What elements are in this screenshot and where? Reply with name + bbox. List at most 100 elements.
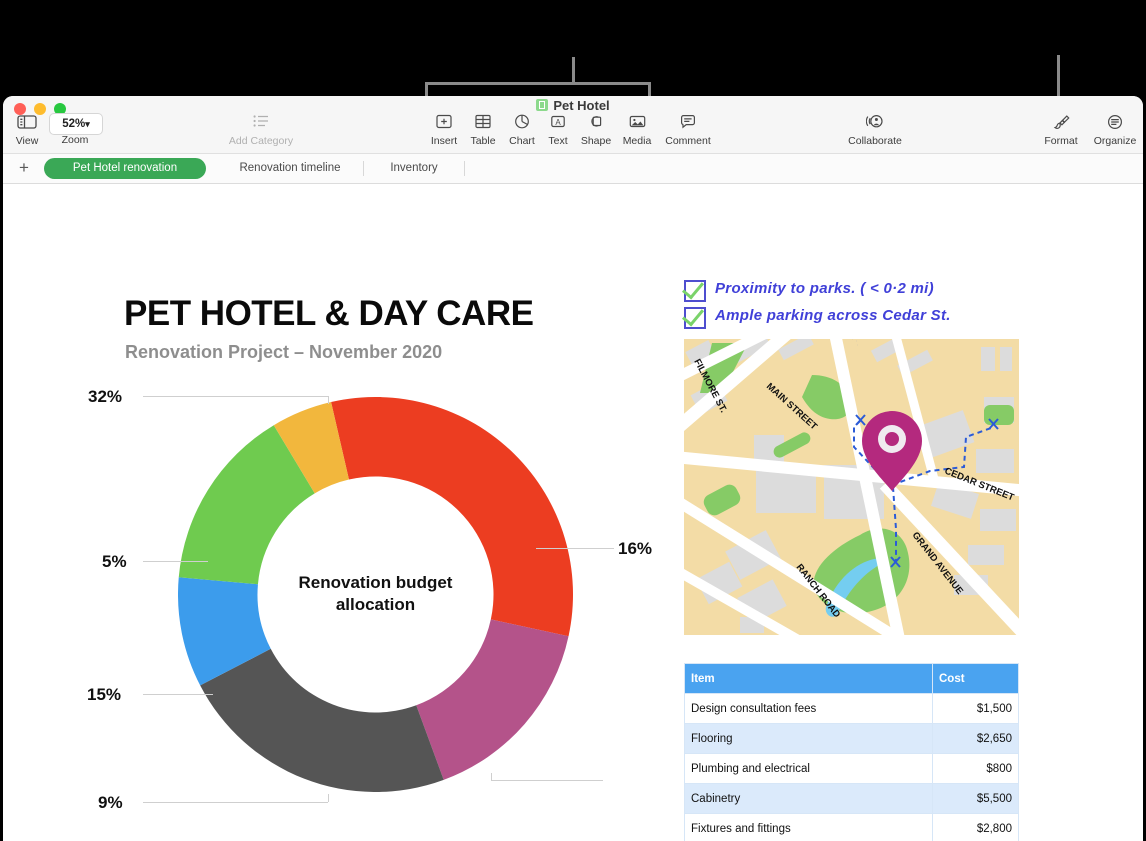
slice-label-cabinetry: 32% — [88, 387, 123, 406]
add-category-button[interactable]: Add Category — [215, 114, 307, 147]
document-title-text: Pet Hotel — [553, 98, 610, 113]
organize-label: Organize — [1093, 135, 1137, 147]
shape-button[interactable]: Shape — [575, 114, 617, 147]
comment-button[interactable]: Comment — [657, 114, 719, 147]
table-header-item[interactable]: Item — [684, 663, 933, 694]
collaborate-person-icon — [839, 114, 911, 134]
table-cell-cost[interactable]: $2,800 — [932, 813, 1019, 841]
sheet-tab-label: Inventory — [390, 162, 438, 174]
checklist-item: Proximity to parks. ( < 0·2 mi) — [684, 278, 1034, 302]
media-label: Media — [622, 135, 652, 147]
tab-separator — [464, 161, 465, 176]
sheet-canvas[interactable]: PET HOTEL & DAY CARE Renovation Project … — [3, 184, 1143, 841]
shape-icon — [575, 114, 617, 134]
sheet-tab-inventory[interactable]: Inventory — [369, 158, 459, 179]
leader-tick-cabinetry — [328, 396, 329, 404]
table-cell-cost[interactable]: $1,500 — [932, 693, 1019, 724]
insert-button[interactable]: Insert — [423, 114, 465, 147]
chart-button[interactable]: Chart — [502, 114, 542, 147]
donut-slice-fixtures-and-fittings[interactable] — [416, 619, 569, 780]
insert-label: Insert — [430, 135, 458, 147]
numbers-window: Pet Hotel View 52%▾ Zoom Add Category In… — [3, 96, 1143, 841]
table-header-cost[interactable]: Cost — [932, 663, 1019, 694]
zoom-label: Zoom — [61, 134, 89, 146]
zoom-value: 52% — [62, 118, 86, 130]
document-title: Pet Hotel — [3, 98, 1143, 113]
sheet-tab-pet-hotel-renovation[interactable]: Pet Hotel renovation — [44, 158, 206, 179]
table-cell-item[interactable]: Plumbing and electrical — [684, 753, 933, 784]
slice-label-flooring: 15% — [87, 685, 122, 704]
donut-center-label: Renovation budget allocation — [258, 572, 493, 616]
slice-label-plumbing: 5% — [102, 552, 127, 571]
callout-bracket-right-tick — [648, 82, 651, 96]
add-sheet-button[interactable]: + — [15, 159, 33, 177]
chart-label: Chart — [509, 135, 535, 147]
table-grid-icon — [463, 114, 503, 134]
text-button[interactable]: A Text — [540, 114, 576, 147]
leader-line-labor — [491, 780, 603, 781]
leader-tick-labor — [491, 773, 492, 781]
text-label: Text — [548, 135, 568, 147]
chevron-down-icon: ▾ — [85, 119, 90, 129]
media-button[interactable]: Media — [616, 114, 658, 147]
sheet-tab-renovation-timeline[interactable]: Renovation timeline — [220, 158, 360, 179]
collaborate-button[interactable]: Collaborate — [839, 114, 911, 147]
table-cell-item[interactable]: Design consultation fees — [684, 693, 933, 724]
table-button[interactable]: Table — [463, 114, 503, 147]
shape-label: Shape — [580, 135, 612, 147]
table-cell-cost[interactable]: $800 — [932, 753, 1019, 784]
location-map-image[interactable]: FILMORE ST. MAIN STREET CEDAR STREET RAN… — [684, 339, 1019, 635]
comment-bubble-icon — [657, 114, 719, 134]
view-button[interactable]: View — [8, 114, 46, 147]
callout-bracket-stem — [572, 57, 575, 84]
numbers-document-icon — [536, 99, 549, 111]
table-header-row: Item Cost — [684, 663, 1019, 694]
donut-center-line2: allocation — [335, 595, 416, 614]
zoom-select[interactable]: 52%▾ — [49, 113, 103, 135]
checklist-item-label: Ample parking across Cedar St. — [715, 307, 951, 324]
format-label: Format — [1044, 135, 1078, 147]
table-cell-cost[interactable]: $2,650 — [932, 723, 1019, 754]
checklist-item: Ample parking across Cedar St. — [684, 305, 1034, 329]
checkbox-checked-icon — [684, 280, 706, 302]
slice-label-design: 9% — [98, 793, 123, 812]
leader-line-plumbing — [143, 561, 208, 562]
view-label: View — [15, 135, 39, 147]
leader-line-flooring — [143, 694, 213, 695]
slice-label-fixtures: 16% — [618, 539, 653, 558]
leader-line-cabinetry — [143, 396, 328, 397]
callout-bracket-left-tick — [425, 82, 428, 96]
table-cell-item[interactable]: Cabinetry — [684, 783, 933, 814]
table-row[interactable]: Flooring $2,650 — [684, 723, 1019, 754]
table-row[interactable]: Design consultation fees $1,500 — [684, 693, 1019, 724]
leader-line-fixtures — [536, 548, 614, 549]
organize-button[interactable]: Organize — [1086, 114, 1143, 147]
screenshot-root: Pet Hotel View 52%▾ Zoom Add Category In… — [0, 0, 1146, 841]
text-box-icon: A — [540, 114, 576, 134]
tab-separator — [363, 161, 364, 176]
format-brush-icon — [1034, 114, 1088, 134]
list-icon — [215, 114, 307, 134]
window-titlebar: Pet Hotel View 52%▾ Zoom Add Category In… — [3, 96, 1143, 154]
sheet-tab-label: Pet Hotel renovation — [72, 162, 178, 174]
cost-table[interactable]: Item Cost Design consultation fees $1,500… — [684, 663, 1019, 841]
sidebar-icon — [8, 114, 46, 134]
table-cell-cost[interactable]: $5,500 — [932, 783, 1019, 814]
donut-center-line1: Renovation budget — [298, 573, 453, 592]
insert-plus-icon — [423, 114, 465, 134]
table-row[interactable]: Cabinetry $5,500 — [684, 783, 1019, 814]
table-cell-item[interactable]: Flooring — [684, 723, 933, 754]
handwritten-checklist: Proximity to parks. ( < 0·2 mi) Ample pa… — [684, 278, 1034, 332]
table-row[interactable]: Plumbing and electrical $800 — [684, 753, 1019, 784]
table-row[interactable]: Fixtures and fittings $2,800 — [684, 813, 1019, 841]
table-label: Table — [470, 135, 496, 147]
donut-slice-labor[interactable] — [200, 648, 444, 792]
sheet-tab-bar: + Pet Hotel renovation Renovation timeli… — [3, 154, 1143, 184]
pie-chart-icon — [502, 114, 542, 134]
page-subtitle: Renovation Project – November 2020 — [125, 342, 443, 362]
add-category-label: Add Category — [228, 135, 294, 147]
format-button[interactable]: Format — [1034, 114, 1088, 147]
table-cell-item[interactable]: Fixtures and fittings — [684, 813, 933, 841]
checklist-item-label: Proximity to parks. ( < 0·2 mi) — [715, 280, 934, 297]
checkbox-checked-icon — [684, 307, 706, 329]
